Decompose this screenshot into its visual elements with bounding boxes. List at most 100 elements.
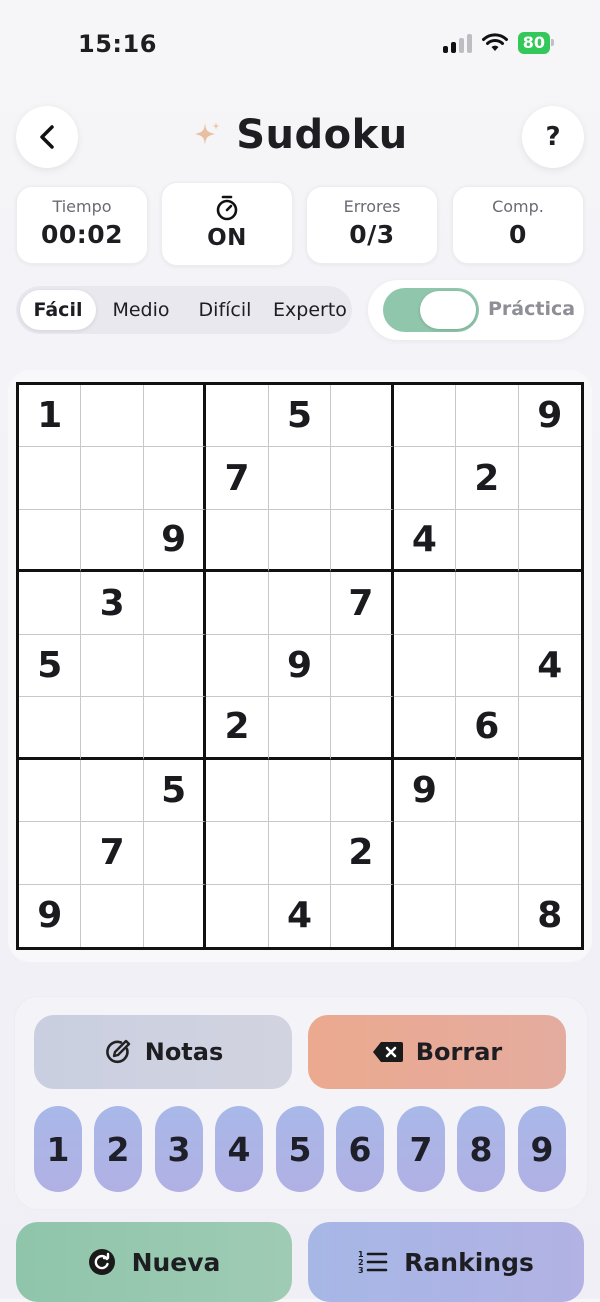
grid-cell[interactable]: 9 (268, 634, 332, 698)
grid-cell[interactable]: 4 (269, 884, 332, 947)
number-key-3[interactable]: 3 (155, 1106, 203, 1192)
grid-cell[interactable] (206, 634, 269, 698)
difficulty-medium[interactable]: Medio (102, 290, 180, 330)
grid-cell[interactable]: 3 (81, 572, 144, 635)
grid-cell[interactable] (81, 634, 144, 698)
grid-cell[interactable] (143, 822, 207, 885)
grid-cell[interactable] (206, 759, 269, 823)
grid-cell[interactable] (518, 760, 581, 823)
new-game-button[interactable]: Nueva (16, 1222, 292, 1302)
number-key-2[interactable]: 2 (94, 1106, 142, 1192)
number-key-5[interactable]: 5 (276, 1106, 324, 1192)
grid-cell[interactable] (81, 697, 144, 760)
grid-cell[interactable] (143, 385, 207, 448)
grid-cell[interactable] (518, 822, 581, 885)
grid-cell[interactable] (81, 447, 144, 510)
grid-cell[interactable] (206, 385, 269, 448)
grid-cell[interactable] (393, 697, 457, 760)
grid-cell[interactable] (393, 634, 457, 698)
grid-cell[interactable] (19, 759, 82, 823)
grid-cell[interactable] (456, 759, 519, 823)
help-button[interactable]: ? (522, 106, 584, 168)
grid-cell[interactable] (456, 634, 519, 698)
grid-cell[interactable] (331, 509, 394, 573)
grid-cell[interactable] (206, 884, 269, 947)
grid-cell[interactable] (81, 884, 144, 947)
grid-cell[interactable]: 9 (518, 385, 581, 448)
grid-cell[interactable]: 9 (393, 759, 457, 823)
grid-cell[interactable]: 7 (206, 447, 269, 510)
grid-cell[interactable]: 5 (19, 634, 82, 698)
grid-cell[interactable] (393, 447, 457, 510)
grid-cell[interactable] (456, 385, 519, 448)
grid-cell[interactable] (19, 822, 82, 885)
grid-cell[interactable] (331, 884, 394, 947)
grid-cell[interactable] (19, 697, 82, 760)
difficulty-easy[interactable]: Fácil (20, 290, 96, 330)
grid-cell[interactable]: 6 (456, 697, 519, 760)
grid-cell[interactable]: 9 (143, 509, 207, 573)
grid-cell[interactable]: 5 (143, 759, 207, 823)
grid-cell[interactable] (19, 447, 82, 510)
grid-cell[interactable] (331, 385, 394, 448)
grid-cell[interactable] (331, 697, 394, 760)
grid-cell[interactable]: 2 (206, 697, 269, 760)
number-key-8[interactable]: 8 (457, 1106, 505, 1192)
grid-cell[interactable]: 4 (518, 635, 581, 698)
grid-cell[interactable] (518, 697, 581, 760)
number-key-9[interactable]: 9 (518, 1106, 566, 1192)
grid-cell[interactable] (331, 759, 394, 823)
grid-cell[interactable] (143, 447, 207, 510)
grid-cell[interactable]: 2 (456, 447, 519, 510)
grid-cell[interactable] (143, 634, 207, 698)
timer-toggle-button[interactable]: ON (161, 182, 293, 266)
practice-toggle[interactable] (383, 288, 479, 332)
number-key-7[interactable]: 7 (397, 1106, 445, 1192)
number-key-6[interactable]: 6 (336, 1106, 384, 1192)
grid-cell[interactable] (206, 572, 269, 635)
notes-button[interactable]: Notas (34, 1015, 292, 1089)
grid-cell[interactable] (19, 509, 82, 573)
grid-cell[interactable] (456, 572, 519, 635)
grid-cell[interactable] (81, 759, 144, 823)
number-key-4[interactable]: 4 (215, 1106, 263, 1192)
grid-cell[interactable] (19, 572, 82, 635)
grid-cell[interactable] (268, 822, 332, 885)
grid-cell[interactable] (394, 884, 457, 947)
grid-cell[interactable]: 7 (331, 572, 394, 635)
grid-cell[interactable] (81, 385, 144, 448)
grid-cell[interactable] (518, 572, 581, 635)
grid-cell[interactable]: 4 (393, 509, 457, 573)
grid-cell[interactable] (456, 509, 519, 573)
erase-button[interactable]: Borrar (308, 1015, 566, 1089)
grid-cell[interactable] (143, 697, 207, 760)
grid-cell[interactable] (456, 884, 519, 947)
grid-cell[interactable]: 9 (19, 884, 82, 947)
grid-cell[interactable] (206, 509, 269, 573)
grid-cell[interactable] (456, 822, 519, 885)
number-key-1[interactable]: 1 (34, 1106, 82, 1192)
grid-cell[interactable] (268, 697, 332, 760)
grid-cell[interactable] (331, 447, 394, 510)
grid-cell[interactable] (81, 509, 144, 573)
rankings-button[interactable]: 1 2 3 Rankings (308, 1222, 584, 1302)
difficulty-expert[interactable]: Experto (268, 290, 352, 330)
grid-cell[interactable]: 8 (519, 885, 581, 947)
grid-cell[interactable] (518, 447, 581, 510)
grid-cell[interactable]: 7 (81, 822, 144, 885)
grid-cell[interactable]: 5 (268, 385, 332, 448)
grid-cell[interactable] (518, 510, 581, 573)
grid-cell[interactable] (143, 572, 207, 635)
grid-cell[interactable] (268, 447, 332, 510)
grid-cell[interactable] (331, 634, 394, 698)
difficulty-hard[interactable]: Difícil (184, 290, 266, 330)
grid-cell[interactable] (206, 822, 269, 885)
grid-cell[interactable] (268, 759, 332, 823)
grid-cell[interactable] (393, 385, 457, 448)
grid-cell[interactable]: 2 (331, 822, 394, 885)
grid-cell[interactable] (144, 884, 207, 947)
grid-cell[interactable] (268, 509, 332, 573)
grid-cell[interactable] (393, 572, 457, 635)
grid-cell[interactable] (393, 822, 457, 885)
grid-cell[interactable]: 1 (19, 385, 82, 448)
